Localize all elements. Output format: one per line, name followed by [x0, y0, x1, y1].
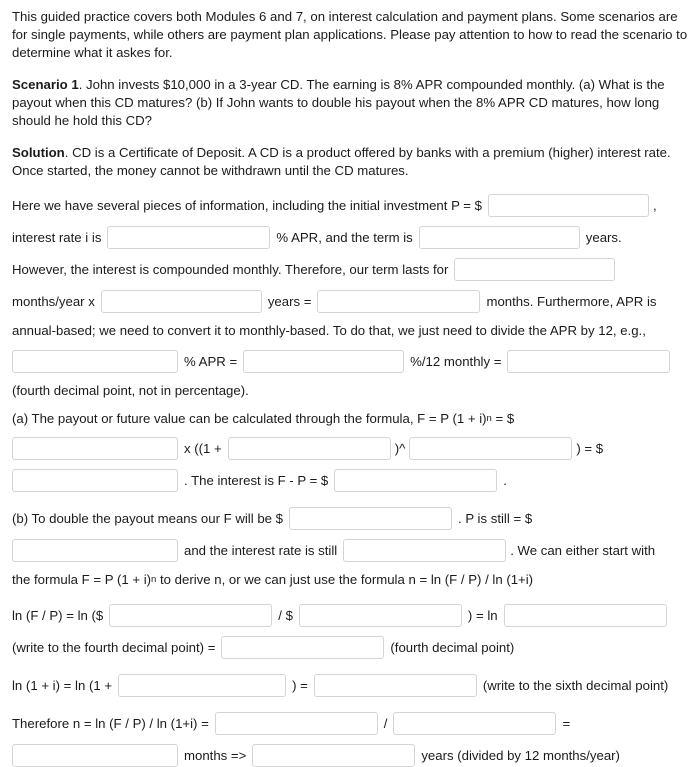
row-interest-rate-term: interest rate i is % APR, and the term i… [12, 226, 688, 249]
label-ln-fp-prefix: ln (F / P) = ln ($ [12, 607, 104, 623]
n-denominator-input[interactable] [393, 712, 557, 735]
fv-principal-input[interactable] [12, 437, 178, 460]
n-months-input[interactable] [12, 744, 178, 767]
label-years-equals: years = [267, 293, 312, 309]
label-period-a: . [503, 472, 507, 488]
years-multiplier-input[interactable] [317, 290, 481, 313]
ln-f-input[interactable] [109, 604, 273, 627]
label-and-rate-still: and the interest rate is still [184, 542, 338, 558]
row-part-a-formula: (a) The payout or future value can be ca… [12, 411, 515, 426]
ln-p-input[interactable] [298, 604, 462, 627]
row-part-b-rate: and the interest rate is still . We can … [12, 539, 688, 562]
label-formula-line-pre: the formula F = P (1 + i) [12, 572, 152, 587]
n-numerator-input[interactable] [214, 712, 378, 735]
n-years-input[interactable] [252, 744, 416, 767]
label-p-is-still: . P is still = $ [458, 510, 533, 526]
label-months-furthermore: months. Furthermore, APR is [486, 293, 657, 309]
annual-based-line: annual-based; we need to convert it to m… [12, 323, 646, 338]
label-pct-over-12-monthly: %/12 monthly = [410, 353, 502, 369]
ln-1plusi-result-input[interactable] [313, 674, 477, 697]
fv-rate-input[interactable] [227, 437, 391, 460]
label-equals: = [562, 715, 571, 731]
label-slash-dollar: / $ [278, 607, 293, 623]
label-fourth-decimal-point: (fourth decimal point) [390, 639, 515, 655]
scenario-label: Scenario 1 [12, 77, 79, 92]
label-info-prefix: Here we have several pieces of informati… [12, 197, 482, 213]
label-formula-line-post: to derive n, or we can just use the form… [156, 572, 534, 587]
scenario-paragraph: Scenario 1. John invests $10,000 in a 3-… [12, 76, 688, 130]
label-part-a-prefix: (a) The payout or future value can be ca… [12, 411, 487, 426]
term-years-input[interactable] [418, 226, 580, 249]
label-interest-is: . The interest is F - P = $ [184, 472, 329, 488]
solution-label: Solution [12, 145, 65, 160]
label-compounded-prefix: However, the interest is compounded mont… [12, 261, 449, 277]
label-part-b-prefix: (b) To double the payout means our F wil… [12, 510, 283, 526]
label-times-open: x ((1 + [184, 440, 222, 456]
interest-rate-input[interactable] [107, 226, 271, 249]
interest-result-input[interactable] [334, 469, 498, 492]
fv-result-input[interactable] [12, 469, 178, 492]
row-ln-1-plus-i: ln (1 + i) = ln (1 + ) = (write to the s… [12, 674, 688, 697]
ln-1plusi-input[interactable] [118, 674, 287, 697]
solution-text: . CD is a Certificate of Deposit. A CD i… [12, 145, 671, 178]
row-therefore-n: Therefore n = ln (F / P) / ln (1+i) = / … [12, 712, 688, 735]
row-part-b-double: (b) To double the payout means our F wil… [12, 507, 688, 530]
label-ln-1i-prefix: ln (1 + i) = ln (1 + [12, 677, 113, 693]
label-therefore-prefix: Therefore n = ln (F / P) / ln (1+i) = [12, 715, 209, 731]
apr-value-input[interactable] [12, 350, 178, 373]
solution-paragraph: Solution. CD is a Certificate of Deposit… [12, 144, 688, 180]
fv-exponent-input[interactable] [409, 437, 573, 460]
fourth-decimal-note: (fourth decimal point, not in percentage… [12, 383, 249, 398]
label-write-fourth-decimal: (write to the fourth decimal point) = [12, 639, 216, 655]
ln-ratio-input[interactable] [503, 604, 667, 627]
row-ln-fp-result: (write to the fourth decimal point) = (f… [12, 636, 688, 659]
apr-over-12-input[interactable] [243, 350, 405, 373]
months-per-year-input[interactable] [100, 290, 262, 313]
row-part-a-computation: x ((1 + )^ ) = $ [12, 437, 688, 460]
double-rate-input[interactable] [343, 539, 507, 562]
label-close-equals-dollar: ) = $ [576, 440, 604, 456]
label-close-equals-ln: ) = ln [467, 607, 498, 623]
label-comma: , [653, 197, 657, 213]
double-p-input[interactable] [12, 539, 178, 562]
label-slash: / [383, 715, 388, 731]
label-write-sixth-decimal: (write to the sixth decimal point) [482, 677, 669, 693]
scenario-text: . John invests $10,000 in a 3-year CD. T… [12, 77, 665, 128]
row-compounded-monthly: However, the interest is compounded mont… [12, 258, 688, 281]
label-close-caret: )^ [394, 440, 406, 456]
label-pct-apr-equals: % APR = [184, 353, 238, 369]
label-months-arrow: months => [184, 747, 247, 763]
double-f-input[interactable] [289, 507, 452, 530]
label-months-per-year: months/year x [12, 293, 95, 309]
label-close-equals: ) = [292, 677, 308, 693]
intro-paragraph: This guided practice covers both Modules… [12, 9, 688, 60]
row-apr-conversion: % APR = %/12 monthly = [12, 350, 688, 373]
row-ln-fp: ln (F / P) = ln ($ / $ ) = ln [12, 604, 688, 627]
label-we-can-start: . We can either start with [510, 542, 656, 558]
guided-practice-worksheet: This guided practice covers both Modules… [0, 0, 700, 767]
row-n-months-years: months => years (divided by 12 months/ye… [12, 744, 688, 767]
total-term-months-input[interactable] [454, 258, 616, 281]
row-part-a-interest: . The interest is F - P = $ . [12, 469, 688, 492]
label-apr-and-term: % APR, and the term is [276, 229, 413, 245]
label-part-a-suffix: = $ [491, 411, 515, 426]
row-part-b-formula-note: the formula F = P (1 + i) n to derive n, … [12, 572, 534, 587]
label-years-divided: years (divided by 12 months/year) [421, 747, 620, 763]
row-initial-investment: Here we have several pieces of informati… [12, 194, 688, 217]
row-months-per-year: months/year x years = months. Furthermor… [12, 290, 688, 313]
monthly-rate-input[interactable] [507, 350, 671, 373]
label-interest-rate-prefix: interest rate i is [12, 229, 102, 245]
principal-input[interactable] [488, 194, 649, 217]
label-years-period: years. [585, 229, 622, 245]
ln-ratio-result-input[interactable] [221, 636, 385, 659]
